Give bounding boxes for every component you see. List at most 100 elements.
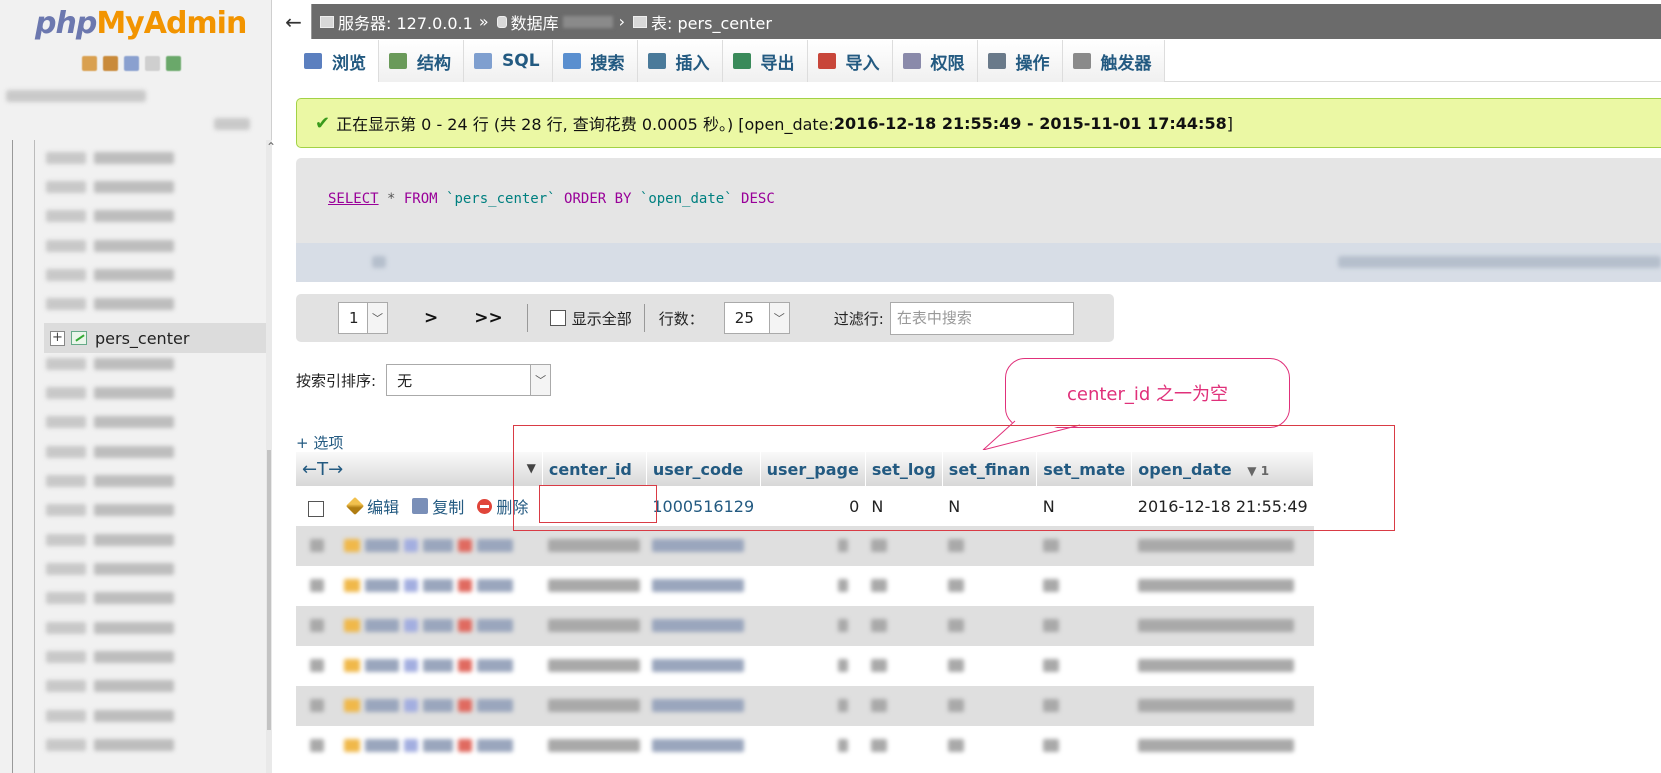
copy-icon[interactable] [145,56,160,71]
tree-item[interactable] [46,618,174,638]
cell-user-page[interactable]: 0 [760,486,866,526]
tab-browse[interactable]: 浏览 [294,40,379,82]
tree-item[interactable] [46,500,174,520]
redacted-cell [865,726,943,766]
tree-item[interactable] [46,294,174,314]
cell-set-mate[interactable]: N [1036,486,1132,526]
tab-structure[interactable]: 结构 [379,40,464,82]
tab-triggers[interactable]: 触发器 [1062,40,1165,82]
search-icon [562,53,581,69]
column-header-set-finan[interactable]: set_finan [942,452,1038,486]
delete-icon [477,498,493,514]
home-icon[interactable] [82,56,97,71]
tree-item[interactable] [46,148,174,168]
insert-icon [647,53,666,69]
next-page-button[interactable]: > [424,308,438,328]
nav-scrollbar-thumb[interactable] [267,450,271,730]
redacted-cell [865,606,943,646]
redacted-cell [646,726,761,766]
chevron-down-icon: ﹀ [367,303,387,333]
sort-menu-icon[interactable]: ▼ [527,461,536,475]
show-all-checkbox[interactable] [549,310,566,326]
cell-open-date[interactable]: 2016-12-18 21:55:49 [1131,486,1314,526]
rows-per-page-select[interactable]: 25 ﹀ [723,302,790,334]
tree-item[interactable] [46,735,174,755]
cell-set-finan[interactable]: N [942,486,1037,526]
page-select[interactable]: 1 ﹀ [338,302,388,334]
docs-icon[interactable] [124,56,139,71]
tree-item[interactable] [46,236,174,256]
tree-item[interactable] [46,559,174,579]
sort-by-key-select[interactable]: 无 ﹀ [386,364,552,396]
column-header-open-date[interactable]: open_date ▼ 1 [1131,452,1315,486]
tree-item[interactable] [46,471,174,491]
check-icon: ✔ [315,112,331,134]
table-header-row: ←T→ ▼ center_id user_code user_page set_… [296,452,1315,486]
tree-item[interactable] [46,647,174,667]
scroll-up-icon[interactable]: ⌃ [266,140,276,154]
cell-center-id[interactable] [542,486,647,526]
tree-item[interactable] [46,354,174,374]
phpmyadmin-logo[interactable]: phpMyAdmin [35,6,247,41]
column-header-center-id[interactable]: center_id [542,452,647,486]
tree-item[interactable] [46,412,174,432]
tree-item[interactable] [46,177,174,197]
cell-user-code[interactable]: 1000516129 [646,486,761,526]
breadcrumb-database[interactable]: 数据库 [496,10,613,34]
tab-sql[interactable]: SQL [464,40,553,82]
tree-item[interactable] [46,442,174,462]
table-row [296,726,1314,766]
show-all-label: 显示全部 [571,309,632,328]
annotation-callout: center_id 之一为空 [1005,358,1290,428]
expand-icon[interactable]: + [50,330,65,346]
tab-search[interactable]: 搜索 [552,40,638,82]
tab-import[interactable]: 导入 [807,40,893,82]
column-resize-icon[interactable]: ←T→ [302,459,343,480]
redacted-cell [1036,526,1132,566]
tree-item[interactable] [46,676,174,696]
redacted-cell [1036,606,1132,646]
settings-icon[interactable] [166,56,181,71]
cell-set-log[interactable]: N [865,486,943,526]
redacted-cell [760,606,866,646]
table-tree [0,140,265,773]
tree-item[interactable] [46,383,174,403]
tree-item[interactable] [46,588,174,608]
privileges-icon [902,53,921,69]
column-header-set-mate[interactable]: set_mate [1036,452,1133,486]
delete-button[interactable]: 删除 [477,494,528,518]
breadcrumb-separator: › [618,12,626,31]
operations-icon [987,53,1006,69]
redacted-cell [942,526,1037,566]
redacted-cell [1036,726,1132,766]
tab-privileges[interactable]: 权限 [892,40,978,82]
redacted-cell [1131,646,1314,686]
copy-button[interactable]: 复制 [412,494,464,518]
logout-icon[interactable] [103,56,118,71]
tree-item-pers-center[interactable]: + pers_center [44,323,266,353]
tree-item[interactable] [46,206,174,226]
redacted-cell [296,726,543,766]
sort-by-index: 按索引排序: 无 ﹀ [296,364,552,396]
tab-export[interactable]: 导出 [722,40,808,82]
column-header-user-page[interactable]: user_page [760,452,866,486]
tab-insert[interactable]: 插入 [637,40,723,82]
row-checkbox[interactable] [308,501,324,518]
last-page-button[interactable]: >> [474,308,503,328]
breadcrumb-server[interactable]: 服务器: 127.0.0.1 [320,10,473,34]
filter-rows-input[interactable] [889,301,1074,335]
tree-item[interactable] [46,530,174,550]
edit-button[interactable]: 编辑 [346,494,399,518]
collapse-nav-icon[interactable]: ← [276,4,312,39]
nav-quick-icons [82,56,181,71]
column-header-user-code[interactable]: user_code [646,452,761,486]
redacted-cell [296,646,543,686]
redacted-cell [942,646,1037,686]
main-tabs: 浏览 结构 SQL 搜索 插入 导出 导入 权限 操作 触发器 [294,40,1661,82]
options-toggle[interactable]: + 选项 [296,432,343,453]
tree-item[interactable] [46,265,174,285]
tab-operations[interactable]: 操作 [977,40,1063,82]
column-header-set-log[interactable]: set_log [865,452,943,486]
breadcrumb-table[interactable]: 表: pers_center [633,10,772,34]
tree-item[interactable] [46,706,174,726]
